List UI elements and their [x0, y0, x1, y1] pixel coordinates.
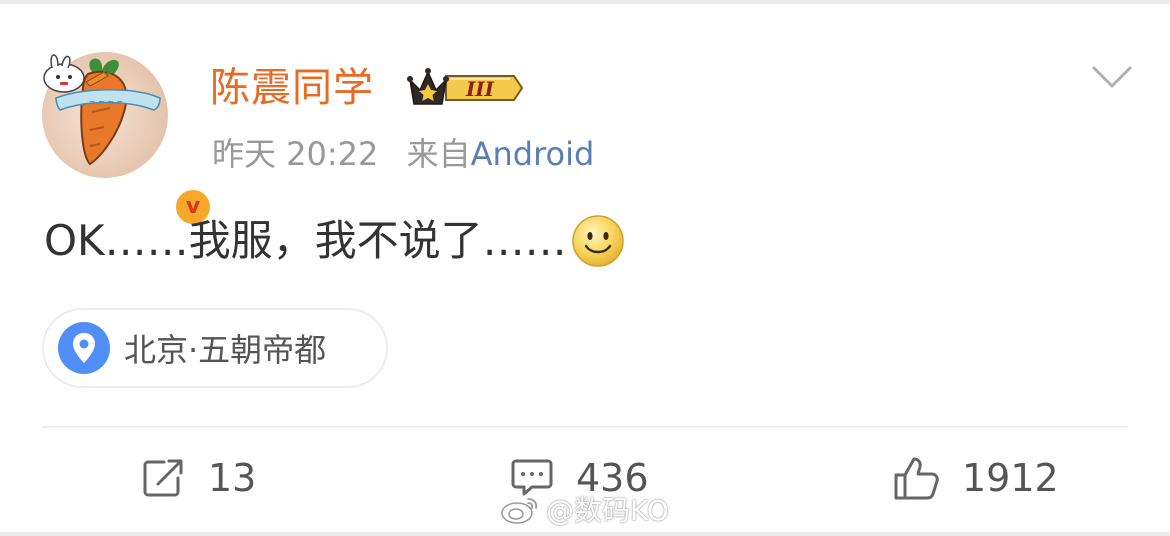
- chevron-down-icon[interactable]: [1090, 62, 1134, 92]
- smile-emoji-icon: [571, 215, 624, 267]
- crown-icon[interactable]: III: [406, 66, 524, 110]
- avatar[interactable]: ~ ~ ~ ~ v: [42, 52, 214, 228]
- weibo-logo-icon: [501, 498, 538, 524]
- bunny-sticker-icon: [43, 54, 114, 93]
- bottom-separator: [0, 532, 1170, 536]
- watermark: @数码KO: [500, 490, 669, 528]
- author-name[interactable]: 陈震同学: [210, 60, 374, 116]
- like-icon: [894, 457, 939, 500]
- repost-icon: [143, 459, 183, 497]
- svg-text:~ ~ ~ ~: ~ ~ ~ ~: [89, 97, 123, 106]
- post-time: 昨天 20:22: [212, 135, 379, 173]
- vip-level-label: III: [465, 77, 495, 101]
- post-meta: 昨天 20:22 来自Android: [212, 132, 594, 176]
- top-separator: [0, 0, 1170, 4]
- repost-count: 13: [208, 456, 257, 500]
- repost-button[interactable]: 13: [142, 452, 256, 504]
- post-content: OK……我服，我不说了……: [44, 212, 625, 270]
- watermark-text: @数码KO: [546, 494, 669, 527]
- like-button[interactable]: 1912: [892, 452, 1059, 504]
- location-tag[interactable]: 北京·五朝帝都: [42, 308, 388, 388]
- like-count: 1912: [962, 456, 1059, 500]
- actions-divider: [42, 426, 1128, 428]
- source-link[interactable]: Android: [471, 135, 595, 173]
- source-prefix: 来自: [406, 135, 471, 173]
- location-label: 北京·五朝帝都: [124, 331, 327, 369]
- location-pin-icon: [58, 322, 110, 374]
- post-text: OK……我服，我不说了……: [44, 216, 567, 265]
